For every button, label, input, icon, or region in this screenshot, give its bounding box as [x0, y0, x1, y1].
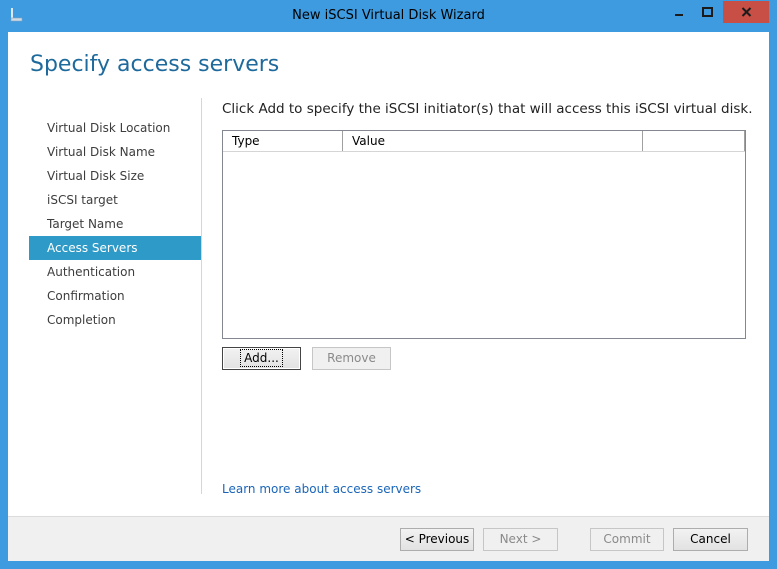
nav-item-iscsi-target[interactable]: iSCSI target: [29, 188, 201, 212]
close-button[interactable]: [723, 1, 769, 23]
nav-item-access-servers[interactable]: Access Servers: [29, 236, 201, 260]
previous-button[interactable]: < Previous: [400, 528, 474, 551]
window-title: New iSCSI Virtual Disk Wizard: [292, 8, 485, 23]
list-header: Type Value: [223, 131, 745, 152]
access-servers-list[interactable]: Type Value: [222, 130, 746, 339]
instruction-text: Click Add to specify the iSCSI initiator…: [222, 101, 753, 117]
page-title: Specify access servers: [30, 52, 280, 77]
nav-item-virtual-disk-location[interactable]: Virtual Disk Location: [29, 116, 201, 140]
nav-divider: [201, 98, 202, 494]
remove-button[interactable]: Remove: [312, 347, 391, 370]
cancel-button[interactable]: Cancel: [673, 528, 748, 551]
nav-item-target-name[interactable]: Target Name: [29, 212, 201, 236]
nav-item-completion[interactable]: Completion: [29, 308, 201, 332]
wizard-footer: < Previous Next > Commit Cancel: [8, 516, 769, 561]
minimize-button[interactable]: [666, 1, 692, 23]
commit-button[interactable]: Commit: [590, 528, 664, 551]
add-button-label: Add...: [240, 349, 283, 367]
add-button[interactable]: Add...: [222, 347, 301, 370]
wizard-header: Specify access servers: [8, 32, 769, 96]
nav-item-virtual-disk-size[interactable]: Virtual Disk Size: [29, 164, 201, 188]
title-bar[interactable]: New iSCSI Virtual Disk Wizard: [0, 0, 777, 32]
nav-item-virtual-disk-name[interactable]: Virtual Disk Name: [29, 140, 201, 164]
nav-item-confirmation[interactable]: Confirmation: [29, 284, 201, 308]
minimize-icon: [675, 14, 683, 16]
next-button[interactable]: Next >: [483, 528, 558, 551]
wizard-nav: Virtual Disk Location Virtual Disk Name …: [29, 116, 201, 332]
column-header-extra[interactable]: [643, 131, 745, 151]
nav-item-authentication[interactable]: Authentication: [29, 260, 201, 284]
maximize-button[interactable]: [694, 1, 721, 23]
column-header-type[interactable]: Type: [223, 131, 343, 151]
learn-more-link[interactable]: Learn more about access servers: [222, 482, 421, 496]
close-icon: [741, 7, 751, 17]
column-header-value[interactable]: Value: [343, 131, 643, 151]
wizard-window: New iSCSI Virtual Disk Wizard Specify ac…: [0, 0, 777, 569]
wizard-body: Specify access servers Virtual Disk Loca…: [8, 32, 769, 561]
maximize-icon: [702, 7, 713, 17]
